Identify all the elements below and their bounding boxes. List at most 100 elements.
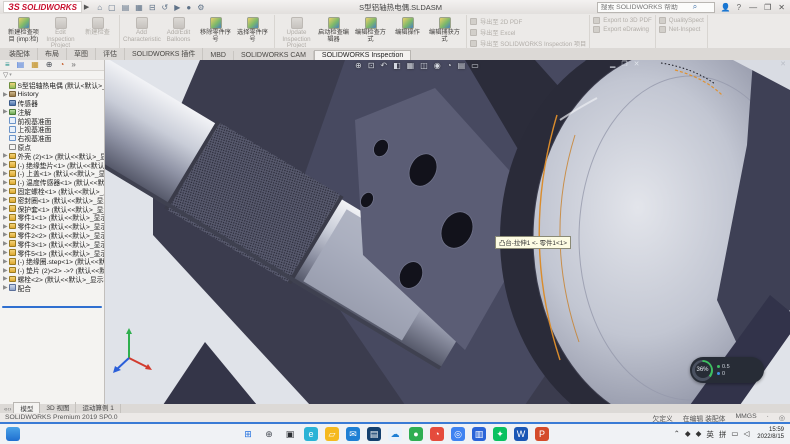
ribbon-button[interactable]: 移除零件序号 — [197, 16, 234, 43]
ribbon-button[interactable]: Add Characteristic — [123, 16, 160, 43]
assembly-3d-model[interactable] — [105, 60, 790, 404]
tray-icon[interactable]: ◁ — [744, 429, 750, 440]
taskbar-icon[interactable]: ✦ — [493, 427, 507, 441]
view-tool-icon[interactable]: ◔ — [447, 62, 452, 70]
ribbon-export-item[interactable]: 导出至 Excel — [470, 28, 515, 37]
feature-tree-item[interactable]: 右视基准面 — [0, 134, 104, 143]
panel-tab-icon[interactable]: ⊕ — [46, 61, 53, 69]
ribbon-button[interactable]: Update Inspection Project — [278, 16, 315, 50]
doc-close-icon[interactable]: ✕ — [634, 60, 640, 68]
taskbar-icon[interactable]: P — [535, 427, 549, 441]
ribbon-tab[interactable]: 布局 — [38, 48, 67, 60]
ribbon-button[interactable]: 启动检查编辑器 — [315, 16, 352, 43]
quick-access-icon[interactable]: ⚙ — [197, 3, 204, 12]
performance-overlay-badge[interactable]: 36% 0.5 0 — [690, 357, 764, 383]
ribbon-button[interactable]: Edit Inspection Project — [42, 16, 79, 50]
ribbon-export-item[interactable]: 导出至 SOLIDWORKS Inspection 项目 — [470, 39, 586, 48]
view-tool-icon[interactable]: ↶ — [380, 62, 387, 70]
taskbar-icon[interactable]: ▤ — [367, 427, 381, 441]
taskbar-icon[interactable]: ▣ — [283, 427, 297, 441]
feature-tree-item[interactable]: ▶ 注解 — [0, 107, 104, 116]
taskbar-icon[interactable]: ◔ — [430, 427, 444, 441]
panel-tab-icon[interactable]: ≡ — [5, 61, 10, 69]
taskbar-icon[interactable]: ◎ — [451, 427, 465, 441]
ribbon-tab[interactable]: 草图 — [67, 48, 96, 60]
pane-close-icon[interactable]: ✕ — [780, 60, 786, 68]
help-search-box[interactable]: ⌕ — [597, 2, 715, 13]
ribbon-tab[interactable]: 评估 — [96, 48, 125, 60]
taskbar-icon[interactable]: ▱ — [325, 427, 339, 441]
graphics-viewport[interactable]: ⊕⊡↶◧▦◫◉◔▤▭ ▁ ❐ ✕ ✕ 凸台-拉伸1 <- 零件1<1> 36% — [105, 60, 790, 404]
ribbon-tab[interactable]: 装配体 — [2, 48, 38, 60]
taskbar-icon[interactable]: ⊕ — [262, 427, 276, 441]
panel-tab-icon[interactable]: ▦ — [31, 61, 39, 69]
feature-tree-item[interactable]: S型铝轴热电偶 (默认<默认>_显示状态-1 — [0, 81, 104, 90]
quick-access-icon[interactable]: ▶ — [174, 3, 180, 12]
ribbon-button[interactable]: 编辑操作 — [389, 16, 426, 37]
view-tool-icon[interactable]: ▤ — [458, 62, 466, 70]
quick-access-icon[interactable]: ▤ — [122, 3, 130, 12]
ribbon-quality-item[interactable]: Net-Inspect — [659, 26, 701, 33]
document-tab[interactable]: 3D 视图 — [40, 402, 76, 413]
view-tool-icon[interactable]: ▦ — [407, 62, 415, 70]
widgets-icon[interactable] — [6, 427, 20, 441]
feature-tree-item[interactable]: 前视基准面 — [0, 116, 104, 125]
taskbar-icon[interactable]: ☁ — [388, 427, 402, 441]
panel-tab-icon[interactable]: ◔ — [60, 61, 65, 69]
ribbon-button[interactable]: 选择零件序号 — [234, 16, 271, 43]
ribbon-button[interactable]: Add/Edit Balloons — [160, 16, 197, 43]
minimize-button[interactable]: — — [749, 3, 757, 12]
view-tool-icon[interactable]: ▭ — [471, 62, 479, 70]
tray-icon[interactable]: ◆ — [696, 429, 702, 440]
tray-icon[interactable]: ⌃ — [674, 429, 680, 440]
view-tool-icon[interactable]: ⊡ — [368, 62, 375, 70]
taskbar-icon[interactable]: W — [514, 427, 528, 441]
view-tool-icon[interactable]: ◉ — [434, 62, 441, 70]
ribbon-tab[interactable]: SOLIDWORKS CAM — [234, 51, 314, 60]
search-icon[interactable]: ⌕ — [693, 2, 697, 12]
quick-access-icon[interactable]: ↺ — [162, 3, 169, 12]
doc-restore-icon[interactable]: ❐ — [621, 60, 627, 68]
help-button[interactable]: ? — [737, 3, 741, 12]
panel-tab-icon[interactable]: » — [71, 61, 75, 69]
feature-tree-item[interactable]: ▶ History — [0, 90, 104, 99]
ribbon-button[interactable]: 新建检查项目 (imp:检) — [5, 16, 42, 43]
taskbar-icon[interactable]: ● — [409, 427, 423, 441]
document-tab[interactable]: 模型 — [13, 402, 40, 413]
quick-access-icon[interactable]: ▦ — [135, 3, 143, 12]
tree-filter[interactable]: ▽ ▾ — [0, 71, 104, 80]
close-button[interactable]: ✕ — [778, 3, 785, 12]
ribbon-tab[interactable]: MBD — [203, 51, 234, 60]
restore-button[interactable]: ❐ — [764, 3, 771, 12]
tray-icon[interactable]: 拼 — [719, 429, 727, 440]
menu-expand-arrow-icon[interactable]: ▶ — [84, 3, 89, 11]
taskbar-icon[interactable]: ✉ — [346, 427, 360, 441]
doc-minimize-icon[interactable]: ▁ — [610, 60, 615, 68]
view-tool-icon[interactable]: ◫ — [420, 62, 428, 70]
rollback-bar[interactable] — [2, 306, 102, 308]
ribbon-export-item[interactable]: 导出至 2D PDF — [470, 17, 522, 26]
taskbar-icon[interactable]: ▥ — [472, 427, 486, 441]
tray-icon[interactable]: ◆ — [685, 429, 691, 440]
tray-icon[interactable]: 英 — [706, 429, 714, 440]
quick-access-icon[interactable]: ▢ — [108, 3, 116, 12]
panel-tab-icon[interactable]: ▤ — [17, 61, 25, 69]
view-tool-icon[interactable]: ⊕ — [355, 62, 362, 70]
quick-access-icon[interactable]: ⊟ — [149, 3, 156, 12]
search-input[interactable] — [601, 4, 693, 11]
ribbon-export-item[interactable]: Export eDrawing — [593, 26, 649, 33]
ribbon-export-item[interactable]: Export to 3D PDF — [593, 17, 652, 24]
ribbon-tab[interactable]: SOLIDWORKS 插件 — [125, 48, 203, 60]
ribbon-button[interactable]: 编辑检查方式 — [352, 16, 389, 43]
view-tool-icon[interactable]: ◧ — [393, 62, 401, 70]
ribbon-tab[interactable]: SOLIDWORKS Inspection — [314, 50, 411, 60]
feature-tree-item[interactable]: 上视基准面 — [0, 125, 104, 134]
taskbar-icon[interactable]: e — [304, 427, 318, 441]
quick-access-icon[interactable]: ● — [186, 3, 191, 12]
ribbon-button[interactable]: 新建检查 — [79, 16, 116, 37]
ribbon-button[interactable]: 编辑捕获方式 — [426, 16, 463, 43]
user-account-icon[interactable]: 👤 — [721, 3, 731, 12]
tray-icon[interactable]: ▭ — [731, 429, 738, 440]
feature-tree-item[interactable]: 传感器 — [0, 99, 104, 108]
taskbar-clock[interactable]: 15:59 2022/8/15 — [757, 427, 784, 441]
